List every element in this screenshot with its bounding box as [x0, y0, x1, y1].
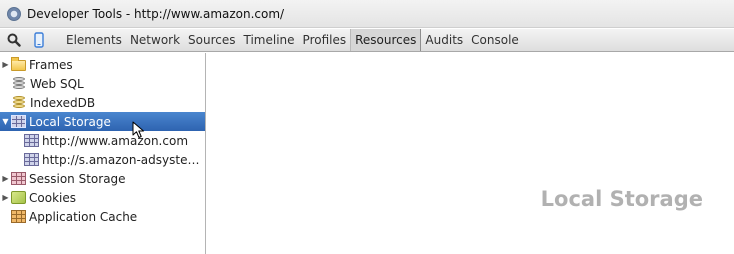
cookie-icon: [11, 191, 26, 204]
app-cache-icon: [11, 210, 26, 223]
tab-elements[interactable]: Elements: [62, 29, 126, 51]
storage-view-panel: Local Storage: [207, 53, 734, 254]
expand-arrow-icon[interactable]: ▶: [0, 55, 11, 74]
expand-arrow-icon[interactable]: ▶: [0, 188, 11, 207]
tab-sources[interactable]: Sources: [184, 29, 239, 51]
tree-item-label: Cookies: [29, 190, 76, 205]
resources-sidebar: ▶ Frames Web SQL IndexedDB ▼ Local Stora…: [0, 53, 206, 254]
tree-item-web-sql[interactable]: Web SQL: [0, 74, 205, 93]
tree-item-indexeddb[interactable]: IndexedDB: [0, 93, 205, 112]
tab-profiles[interactable]: Profiles: [299, 29, 351, 51]
tree-item-label: Session Storage: [29, 171, 126, 186]
tree-item-label: http://www.amazon.com: [42, 133, 189, 148]
storage-grid-icon: [11, 115, 26, 128]
tree-item-label: Frames: [29, 57, 73, 72]
folder-icon: [11, 57, 26, 71]
tree-item-local-storage-adsystem[interactable]: http://s.amazon-adsyste…: [0, 150, 205, 169]
tree-item-cookies[interactable]: ▶ Cookies: [0, 188, 205, 207]
tab-audits[interactable]: Audits: [421, 29, 467, 51]
database-icon: [13, 76, 25, 91]
chrome-app-icon: [7, 6, 21, 21]
storage-grid-icon: [24, 153, 39, 166]
tree-item-label: http://s.amazon-adsyste…: [42, 152, 200, 167]
collapse-arrow-icon[interactable]: ▼: [0, 112, 11, 131]
database-icon: [13, 95, 25, 110]
tree-item-application-cache[interactable]: Application Cache: [0, 207, 205, 226]
tree-item-session-storage[interactable]: ▶ Session Storage: [0, 169, 205, 188]
tab-network[interactable]: Network: [126, 29, 184, 51]
tree-item-frames[interactable]: ▶ Frames: [0, 55, 205, 74]
tree-item-local-storage[interactable]: ▼ Local Storage: [0, 112, 205, 131]
tree-item-label: IndexedDB: [30, 95, 96, 110]
mobile-device-icon[interactable]: [28, 29, 50, 51]
expand-arrow-icon[interactable]: ▶: [0, 169, 11, 188]
storage-grid-icon: [11, 172, 26, 185]
storage-grid-icon: [24, 134, 39, 147]
tree-item-label: Web SQL: [30, 76, 84, 91]
tree-item-label: Local Storage: [29, 114, 111, 129]
tab-resources[interactable]: Resources: [350, 29, 422, 51]
mouse-pointer-icon: [132, 121, 144, 138]
title-bar: Developer Tools - http://www.amazon.com/: [0, 0, 734, 28]
tab-timeline[interactable]: Timeline: [240, 29, 299, 51]
empty-view-title: Local Storage: [540, 187, 703, 211]
tree-item-label: Application Cache: [29, 209, 138, 224]
tab-console[interactable]: Console: [467, 29, 523, 51]
tree-item-local-storage-amazon[interactable]: http://www.amazon.com: [0, 131, 205, 150]
magnifier-icon[interactable]: [0, 29, 28, 51]
devtools-toolbar: Elements Network Sources Timeline Profil…: [0, 29, 734, 52]
window-title: Developer Tools - http://www.amazon.com/: [27, 6, 285, 21]
